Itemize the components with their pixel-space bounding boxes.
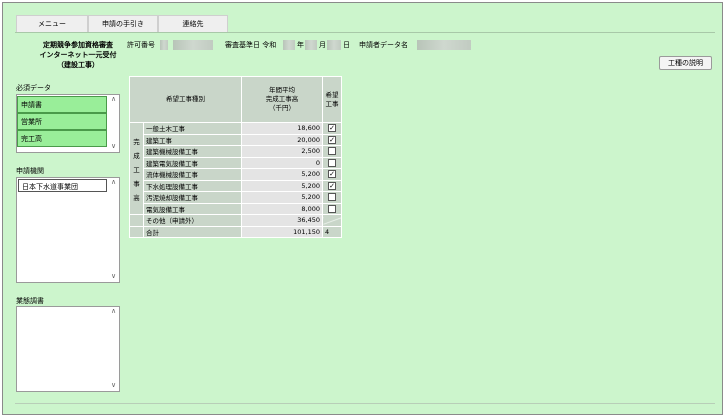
wish-checkbox[interactable] bbox=[328, 193, 336, 202]
agency-label: 申請機関 bbox=[16, 167, 44, 175]
table-row: 流体機械設備工事 5,200 ✓ bbox=[130, 168, 342, 181]
day-unit: 日 bbox=[343, 41, 350, 49]
table-row: 下水処理設備工事 5,200 ✓ bbox=[130, 179, 342, 192]
agency-list[interactable]: 日本下水道事業団 ∧ ∨ bbox=[16, 177, 120, 283]
scroll-up-icon[interactable]: ∧ bbox=[108, 95, 119, 105]
survey-label: 業態調書 bbox=[16, 297, 44, 305]
col-amount-line-1: 年間平均 bbox=[269, 86, 295, 94]
table-row-other: その他（申請外） 36,450 bbox=[129, 214, 342, 227]
required-item-completed-work[interactable]: 完工高 bbox=[17, 130, 107, 147]
completed-work-side-label: 完成工事高 bbox=[129, 122, 144, 215]
average-amount: 18,600 bbox=[241, 122, 323, 135]
wish-checkbox[interactable] bbox=[328, 204, 336, 213]
construction-type-name: 建築工事 bbox=[143, 133, 242, 146]
agency-item[interactable]: 日本下水道事業団 bbox=[18, 179, 107, 192]
average-amount: 2,500 bbox=[241, 145, 323, 158]
required-item-application[interactable]: 申請書 bbox=[17, 96, 107, 113]
wish-checkbox[interactable]: ✓ bbox=[328, 124, 336, 133]
col-amount-line-3: （千円） bbox=[269, 104, 295, 112]
col-construction-type: 希望工事種別 bbox=[129, 76, 242, 123]
title-line-1: 定期競争参加資格審査 bbox=[43, 41, 113, 49]
side-label-char: 成 bbox=[133, 151, 140, 160]
permit-number-redacted-2 bbox=[173, 40, 213, 50]
table-row: 建築工事 20,000 ✓ bbox=[130, 133, 342, 146]
average-amount: 8,000 bbox=[241, 202, 323, 215]
survey-list-scrollbar[interactable]: ∧ ∨ bbox=[108, 307, 119, 391]
wish-checkbox[interactable]: ✓ bbox=[328, 170, 336, 179]
title-line-3: （建設工事） bbox=[57, 61, 99, 69]
required-list-scrollbar[interactable]: ∧ ∨ bbox=[108, 95, 119, 152]
top-nav: メニュー 申請の手引き 連絡先 bbox=[16, 15, 228, 32]
col-wish: 希望 工事 bbox=[322, 76, 342, 123]
table-row: 電気設備工事 8,000 bbox=[130, 202, 342, 215]
other-amount: 36,450 bbox=[241, 214, 323, 227]
table-row: 汚泥焼却設備工事 5,200 bbox=[130, 191, 342, 204]
scroll-up-icon[interactable]: ∧ bbox=[108, 178, 119, 188]
review-day-redacted bbox=[327, 40, 341, 50]
tab-divider bbox=[15, 32, 715, 33]
construction-type-name: 汚泥焼却設備工事 bbox=[143, 191, 242, 204]
footer-divider bbox=[15, 403, 715, 404]
tab-guide[interactable]: 申請の手引き bbox=[88, 15, 158, 32]
applicant-data-label: 申請者データ名 bbox=[359, 41, 408, 49]
required-data-list[interactable]: 申請書 営業所 完工高 ∧ ∨ bbox=[16, 94, 120, 153]
side-label-char: 事 bbox=[133, 179, 140, 188]
average-amount: 5,200 bbox=[241, 191, 323, 204]
wish-checkbox[interactable] bbox=[328, 147, 336, 156]
applicant-data-redacted bbox=[417, 40, 471, 50]
construction-type-name: 建築電気設備工事 bbox=[143, 156, 242, 169]
review-date-label: 審査基準日 令和 bbox=[225, 41, 277, 49]
required-item-office[interactable]: 営業所 bbox=[17, 113, 107, 130]
average-amount: 5,200 bbox=[241, 179, 323, 192]
other-label: その他（申請外） bbox=[143, 214, 242, 227]
table-row: 建築機械設備工事 2,500 bbox=[130, 145, 342, 158]
wish-checkbox[interactable] bbox=[328, 158, 336, 167]
average-amount: 5,200 bbox=[241, 168, 323, 181]
average-amount: 0 bbox=[241, 156, 323, 169]
side-label-char: 高 bbox=[133, 193, 140, 202]
construction-type-name: 流体機械設備工事 bbox=[143, 168, 242, 181]
review-month-redacted bbox=[305, 40, 317, 50]
tab-menu[interactable]: メニュー bbox=[16, 15, 88, 32]
agency-list-scrollbar[interactable]: ∧ ∨ bbox=[108, 178, 119, 282]
title-line-2: インターネット一元受付 bbox=[39, 51, 117, 59]
construction-type-help-button[interactable]: 工種の説明 bbox=[659, 56, 712, 70]
col-amount-line-2: 完成工事高 bbox=[265, 95, 299, 103]
side-label-char: 完 bbox=[133, 137, 140, 146]
scroll-down-icon[interactable]: ∨ bbox=[108, 142, 119, 152]
survey-list[interactable]: ∧ ∨ bbox=[16, 306, 120, 392]
month-unit: 月 bbox=[319, 41, 326, 49]
required-data-label: 必須データ bbox=[16, 84, 51, 92]
construction-type-name: 建築機械設備工事 bbox=[143, 145, 242, 158]
table-row-total: 合計 101,150 4 bbox=[129, 225, 342, 238]
col-wish-line-2: 工事 bbox=[325, 99, 339, 108]
col-wish-line-1: 希望 bbox=[325, 90, 339, 99]
tab-contact[interactable]: 連絡先 bbox=[158, 15, 228, 32]
permit-number-label: 許可番号 bbox=[127, 41, 155, 49]
construction-type-name: 下水処理設備工事 bbox=[143, 179, 242, 192]
average-amount: 20,000 bbox=[241, 133, 323, 146]
construction-type-name: 一般土木工事 bbox=[143, 122, 242, 135]
total-amount: 101,150 bbox=[241, 225, 323, 238]
year-unit: 年 bbox=[297, 41, 304, 49]
page-title: 定期競争参加資格審査 インターネット一元受付 （建設工事） bbox=[33, 40, 123, 70]
total-count: 4 bbox=[322, 225, 342, 238]
table-row: 完成工事高一般土木工事 18,600 ✓ bbox=[129, 122, 342, 215]
wish-checkbox[interactable]: ✓ bbox=[328, 135, 336, 144]
total-label: 合計 bbox=[143, 225, 242, 238]
wish-checkbox[interactable]: ✓ bbox=[328, 181, 336, 190]
review-year-redacted bbox=[283, 40, 295, 50]
app-window: メニュー 申請の手引き 連絡先 定期競争参加資格審査 インターネット一元受付 （… bbox=[2, 2, 723, 415]
construction-type-name: 電気設備工事 bbox=[143, 202, 242, 215]
scroll-down-icon[interactable]: ∨ bbox=[108, 381, 119, 391]
side-label-char: 工 bbox=[133, 165, 140, 174]
construction-table: 希望工事種別 年間平均 完成工事高 （千円） 希望 工事 完成工事高一般土木工事… bbox=[129, 76, 342, 238]
permit-number-redacted-1 bbox=[160, 40, 168, 50]
col-average-amount: 年間平均 完成工事高 （千円） bbox=[241, 76, 323, 123]
scroll-down-icon[interactable]: ∨ bbox=[108, 272, 119, 282]
table-row: 建築電気設備工事 0 bbox=[130, 156, 342, 169]
scroll-up-icon[interactable]: ∧ bbox=[108, 307, 119, 317]
